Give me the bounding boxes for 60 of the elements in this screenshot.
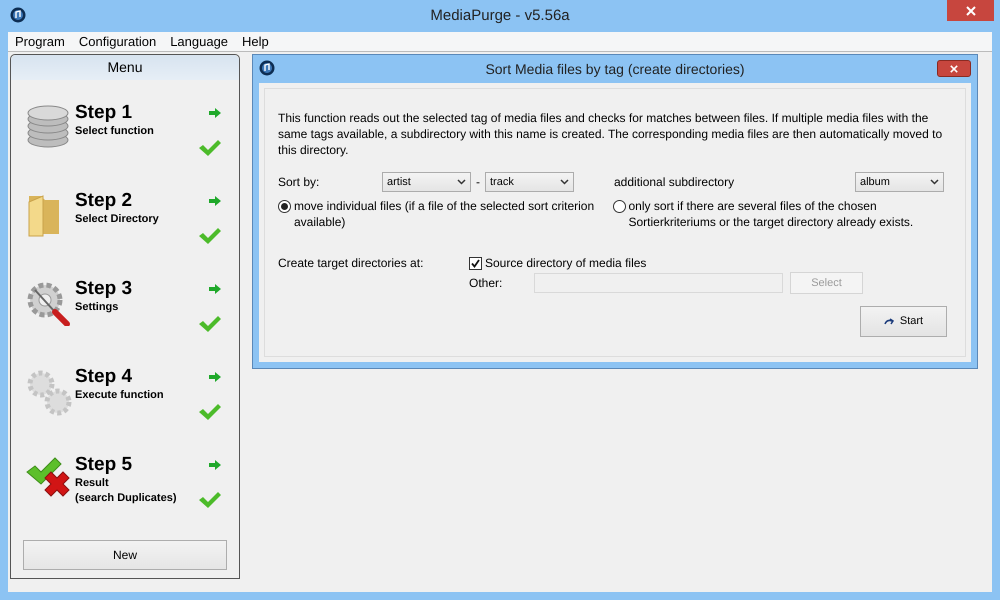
dropdown[interactable]: track <box>485 172 574 192</box>
window-title: MediaPurge - v5.56a <box>430 6 570 26</box>
close-button[interactable] <box>947 0 994 21</box>
radio-label: only sort if there are several files of the chosen Sortierkriteriums or the target directory already exists. <box>628 198 914 230</box>
checkbox-label: Source directory of media files <box>485 255 646 272</box>
start-button[interactable]: Start <box>860 306 947 337</box>
radio-button[interactable] <box>612 200 626 213</box>
field-label: Create target directories at: <box>278 255 424 272</box>
menu-item[interactable]: Program <box>15 32 65 52</box>
dialog-close-button[interactable] <box>937 60 971 77</box>
dropdown-value: album <box>860 174 890 190</box>
arrow-icon[interactable] <box>209 196 221 206</box>
field-label: additional subdirectory <box>614 174 736 191</box>
checkmark-icon <box>199 316 221 332</box>
dialog-title: Sort Media files by tag (create directories) <box>485 60 745 79</box>
close-icon <box>950 64 958 72</box>
step-title: Step 2 <box>75 190 134 212</box>
app-logo-icon <box>10 7 26 23</box>
description-text: This function reads out the selected tag of media files and checks for matches between files. If multiple media files with the same tags available, a subdirectory with this name is created. The corresponding media files are then automatically moved to this directory. <box>278 110 944 158</box>
checkmark-icon <box>199 228 221 244</box>
menu-item[interactable]: Help <box>242 32 269 52</box>
gears-icon <box>25 368 73 418</box>
app-logo-icon <box>259 60 275 76</box>
separator-text: - <box>476 174 480 191</box>
menu-item[interactable]: Configuration <box>78 32 156 52</box>
checkbox[interactable] <box>469 256 482 270</box>
menu-item[interactable]: Language <box>170 32 228 52</box>
arrow-icon[interactable] <box>209 460 221 470</box>
arrow-icon[interactable] <box>209 372 221 382</box>
database-icon <box>25 104 71 150</box>
step-subtitle: Execute function <box>75 388 164 403</box>
step-title: Step 4 <box>75 366 134 388</box>
dropdown[interactable]: album <box>855 172 944 192</box>
radio-label: move individual files (if a file of the selected sort criterion available) <box>294 198 596 230</box>
caret-icon <box>930 179 939 185</box>
step-subtitle: Settings <box>75 300 120 315</box>
caret-icon <box>457 179 466 185</box>
caret-icon <box>560 179 569 185</box>
redo-arrow-icon <box>884 318 896 326</box>
step-subtitle: Select Directory <box>75 212 159 227</box>
checkmark-icon <box>199 492 221 508</box>
field-label: Other: <box>469 275 504 292</box>
step-subtitle: Result (search Duplicates) <box>75 476 176 506</box>
dropdown-value: track <box>490 174 514 190</box>
arrow-icon[interactable] <box>209 284 221 294</box>
close-icon <box>966 6 976 16</box>
step-subtitle: Select function <box>75 124 154 139</box>
new-button[interactable]: New <box>23 540 227 570</box>
step-title: Step 1 <box>75 102 134 124</box>
step-title: Step 5 <box>75 454 134 476</box>
radio-button[interactable] <box>278 200 291 213</box>
checkmark-icon <box>199 404 221 420</box>
panel-title: Menu <box>11 55 239 80</box>
arrow-icon[interactable] <box>209 108 221 118</box>
dropdown-value: artist <box>387 174 411 190</box>
checkmark-icon <box>199 140 221 156</box>
gear-screwdriver-icon <box>25 280 71 326</box>
field-label: Sort by: <box>278 174 320 191</box>
dropdown[interactable]: artist <box>382 172 471 192</box>
step-title: Step 3 <box>75 278 132 300</box>
